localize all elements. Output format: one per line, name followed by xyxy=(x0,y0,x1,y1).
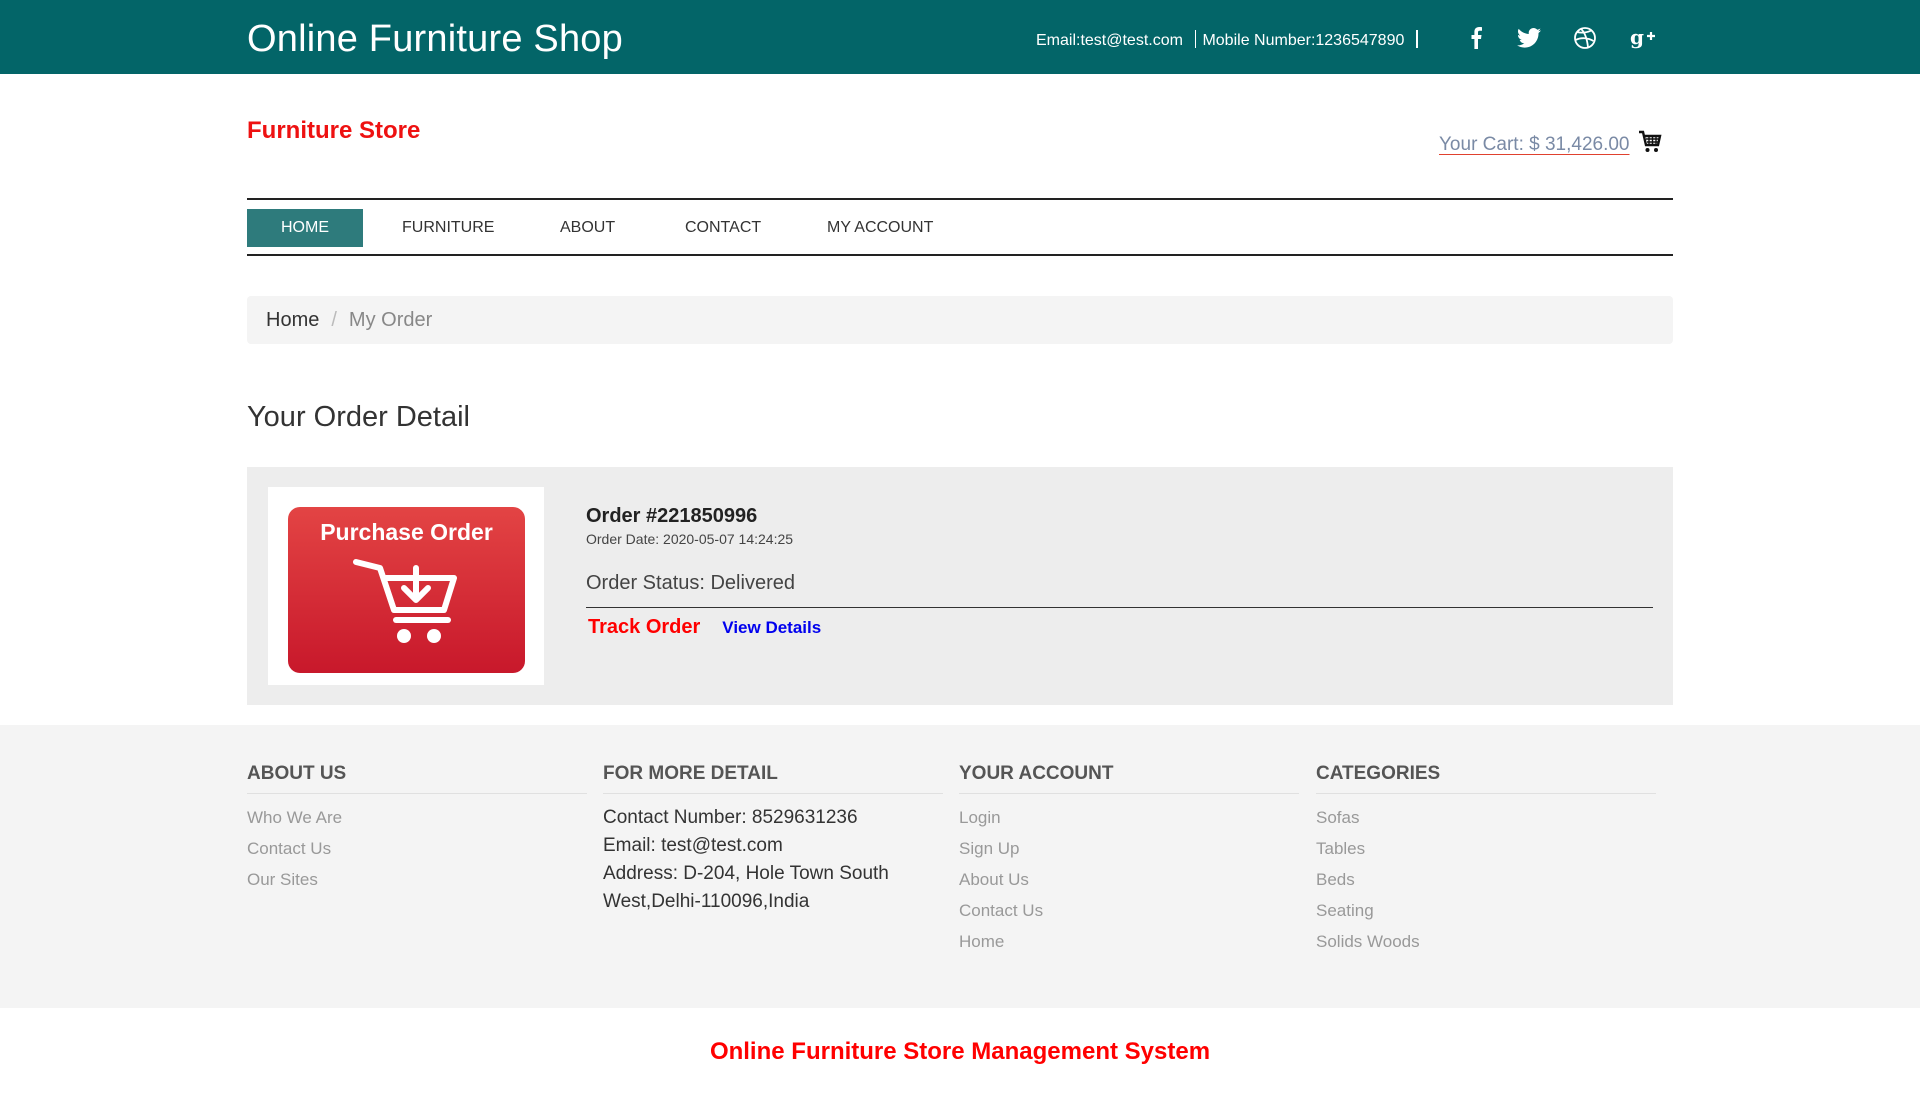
footer-link-solid-woods[interactable]: Solids Woods xyxy=(1316,932,1656,952)
footer-link-sofas[interactable]: Sofas xyxy=(1316,808,1656,828)
divider xyxy=(1194,30,1197,48)
cart-link[interactable]: Your Cart: $ 31,426.00 xyxy=(1439,130,1662,159)
footer-contact-number: Contact Number: 8529631236 xyxy=(603,807,858,828)
dribbble-icon[interactable] xyxy=(1570,24,1600,52)
twitter-icon[interactable] xyxy=(1514,24,1544,52)
footer-categories-title: CATEGORIES xyxy=(1316,763,1656,794)
order-actions: Track Order View Details xyxy=(586,616,1653,639)
google-plus-icon[interactable]: g xyxy=(1628,24,1658,52)
nav-furniture[interactable]: FURNITURE xyxy=(402,209,494,247)
footer-categories: CATEGORIES Sofas Tables Beds Seating Sol… xyxy=(1316,763,1656,952)
bottom-title: Online Furniture Store Management System xyxy=(709,1038,1211,1065)
order-card: Purchase Order Order #221850996 Order Da… xyxy=(247,467,1673,705)
footer: ABOUT US Who We Are Contact Us Our Sites… xyxy=(0,725,1920,1008)
order-date: Order Date: 2020-05-07 14:24:25 xyxy=(586,531,794,547)
footer-detail-title: FOR MORE DETAIL xyxy=(603,763,943,794)
svg-text:g: g xyxy=(1630,27,1644,49)
cart-download-icon xyxy=(352,559,457,643)
footer-address-line2: West,Delhi-110096,India xyxy=(603,891,810,912)
footer-link-beds[interactable]: Beds xyxy=(1316,870,1656,890)
shopping-cart-icon[interactable] xyxy=(1638,130,1662,159)
footer-about: ABOUT US Who We Are Contact Us Our Sites xyxy=(247,763,587,890)
track-order-link[interactable]: Track Order xyxy=(588,616,700,639)
breadcrumb: Home / My Order xyxy=(247,296,1673,344)
footer-link-seating[interactable]: Seating xyxy=(1316,901,1656,921)
purchase-order-label: Purchase Order xyxy=(320,519,493,545)
footer-link-login[interactable]: Login xyxy=(959,808,1299,828)
nav-my-account[interactable]: MY ACCOUNT xyxy=(827,209,933,247)
top-email: Email:test@test.com xyxy=(1036,32,1183,49)
store-title: Furniture Store xyxy=(247,117,421,144)
footer-account: YOUR ACCOUNT Login Sign Up About Us Cont… xyxy=(959,763,1299,952)
top-bar: Online Furniture Shop Email:test@test.co… xyxy=(0,0,1920,74)
main-nav: HOME FURNITURE ABOUT CONTACT MY ACCOUNT xyxy=(247,198,1673,256)
footer-link-contact-us[interactable]: Contact Us xyxy=(247,839,587,859)
footer-link-about-us[interactable]: About Us xyxy=(959,870,1299,890)
facebook-icon[interactable] xyxy=(1461,24,1491,52)
top-mobile: Mobile Number:1236547890 xyxy=(1202,32,1405,49)
breadcrumb-home[interactable]: Home xyxy=(266,309,319,331)
breadcrumb-separator: / xyxy=(331,309,337,331)
footer-about-title: ABOUT US xyxy=(247,763,587,794)
order-info: Order #221850996 Order Date: 2020-05-07 … xyxy=(586,505,1653,639)
order-status: Order Status: Delivered xyxy=(586,572,1653,608)
order-image: Purchase Order xyxy=(268,487,544,685)
footer-link-our-sites[interactable]: Our Sites xyxy=(247,870,587,890)
divider xyxy=(1416,30,1418,48)
order-number: Order #221850996 xyxy=(586,505,758,527)
footer-link-tables[interactable]: Tables xyxy=(1316,839,1656,859)
nav-contact[interactable]: CONTACT xyxy=(685,209,761,247)
nav-about[interactable]: ABOUT xyxy=(560,209,615,247)
cart-total[interactable]: Your Cart: $ 31,426.00 xyxy=(1439,134,1630,156)
purchase-order-badge: Purchase Order xyxy=(288,507,525,673)
footer-address-line1: Address: D-204, Hole Town South xyxy=(603,863,889,884)
footer-detail: FOR MORE DETAIL Contact Number: 85296312… xyxy=(603,763,943,916)
footer-link-home[interactable]: Home xyxy=(959,932,1299,952)
nav-home[interactable]: HOME xyxy=(247,209,363,247)
view-details-link[interactable]: View Details xyxy=(722,618,821,638)
site-title: Online Furniture Shop xyxy=(247,18,623,60)
footer-email: Email: test@test.com xyxy=(603,835,783,856)
footer-account-title: YOUR ACCOUNT xyxy=(959,763,1299,794)
top-contact-info: Email:test@test.com Mobile Number:1236547… xyxy=(1036,30,1418,50)
footer-link-contact-us-account[interactable]: Contact Us xyxy=(959,901,1299,921)
footer-link-sign-up[interactable]: Sign Up xyxy=(959,839,1299,859)
footer-link-who-we-are[interactable]: Who We Are xyxy=(247,808,587,828)
breadcrumb-current: My Order xyxy=(348,309,433,331)
page-title: Your Order Detail xyxy=(247,401,470,433)
